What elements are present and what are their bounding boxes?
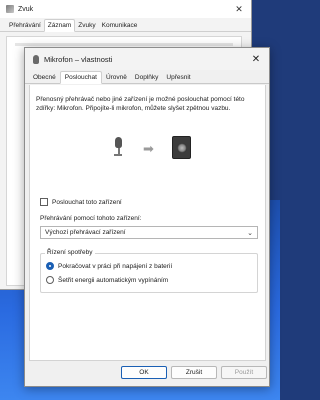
dialog-title: Mikrofon – vlastnosti <box>44 54 113 64</box>
ok-button[interactable]: OK <box>121 366 167 379</box>
power-option-continue[interactable]: Pokračovat v práci při napájení z bateri… <box>46 262 172 270</box>
sound-window-titlebar: Zvuk ✕ <box>0 0 251 18</box>
listen-checkbox[interactable] <box>40 198 48 206</box>
tab-listen[interactable]: Poslouchat <box>59 71 102 84</box>
power-option-save[interactable]: Šetřit energii automatickým vypínáním <box>46 276 168 284</box>
dialog-titlebar: Mikrofon – vlastnosti ✕ <box>25 48 269 70</box>
apply-button[interactable]: Použít <box>221 366 267 379</box>
cancel-button[interactable]: Zrušit <box>171 366 217 379</box>
sound-window-title: Zvuk <box>18 5 34 13</box>
power-management-group: Řízení spotřeby Pokračovat v práci při n… <box>40 249 258 293</box>
listen-checkbox-row[interactable]: Poslouchat toto zařízení <box>40 198 122 206</box>
tab-advanced[interactable]: Upřesnit <box>162 72 194 83</box>
power-management-legend: Řízení spotřeby <box>45 249 95 256</box>
close-icon[interactable]: ✕ <box>243 48 269 70</box>
listen-description: Přenosný přehrávač nebo jiné zařízení je… <box>36 96 245 112</box>
tab-enhancements[interactable]: Doplňky <box>131 72 162 83</box>
tab-playback[interactable]: Přehrávání <box>6 20 44 31</box>
speaker-app-icon <box>6 5 14 13</box>
microphone-icon <box>114 137 124 159</box>
radio-continue-label: Pokračovat v práci při napájení z bateri… <box>58 262 173 270</box>
sound-window-tabs: Přehrávání Záznam Zvuky Komunikace <box>0 18 251 32</box>
faded-text-line <box>15 43 233 46</box>
arrow-right-icon: ➡ <box>143 141 154 156</box>
tab-recording[interactable]: Záznam <box>43 19 76 32</box>
radio-continue[interactable] <box>46 262 54 270</box>
device-diagram: ➡ <box>30 135 265 161</box>
dialog-tabs: Obecné Poslouchat Úrovně Doplňky Upřesni… <box>25 70 269 84</box>
microphone-title-icon <box>33 54 39 64</box>
listen-tab-panel: Přenosný přehrávač nebo jiné zařízení je… <box>29 85 266 361</box>
radio-save-energy-label: Šetřit energii automatickým vypínáním <box>58 276 169 284</box>
dialog-buttons: OK Zrušit Použít <box>25 366 269 382</box>
playback-device-label: Přehrávání pomocí tohoto zařízení: <box>40 215 142 222</box>
radio-save-energy[interactable] <box>46 276 54 284</box>
chevron-down-icon: ⌄ <box>247 230 253 237</box>
listen-checkbox-label: Poslouchat toto zařízení <box>52 198 122 206</box>
speaker-icon <box>172 136 191 159</box>
playback-device-select[interactable]: Výchozí přehrávací zařízení ⌄ <box>40 226 258 239</box>
tab-sounds[interactable]: Zvuky <box>75 20 98 31</box>
tab-communications[interactable]: Komunikace <box>99 20 141 31</box>
tab-levels[interactable]: Úrovně <box>102 72 131 83</box>
playback-device-value: Výchozí přehrávací zařízení <box>45 229 126 236</box>
close-icon[interactable]: ✕ <box>227 4 251 15</box>
mic-properties-dialog: Mikrofon – vlastnosti ✕ Obecné Posloucha… <box>24 47 270 387</box>
tab-general[interactable]: Obecné <box>29 72 60 83</box>
